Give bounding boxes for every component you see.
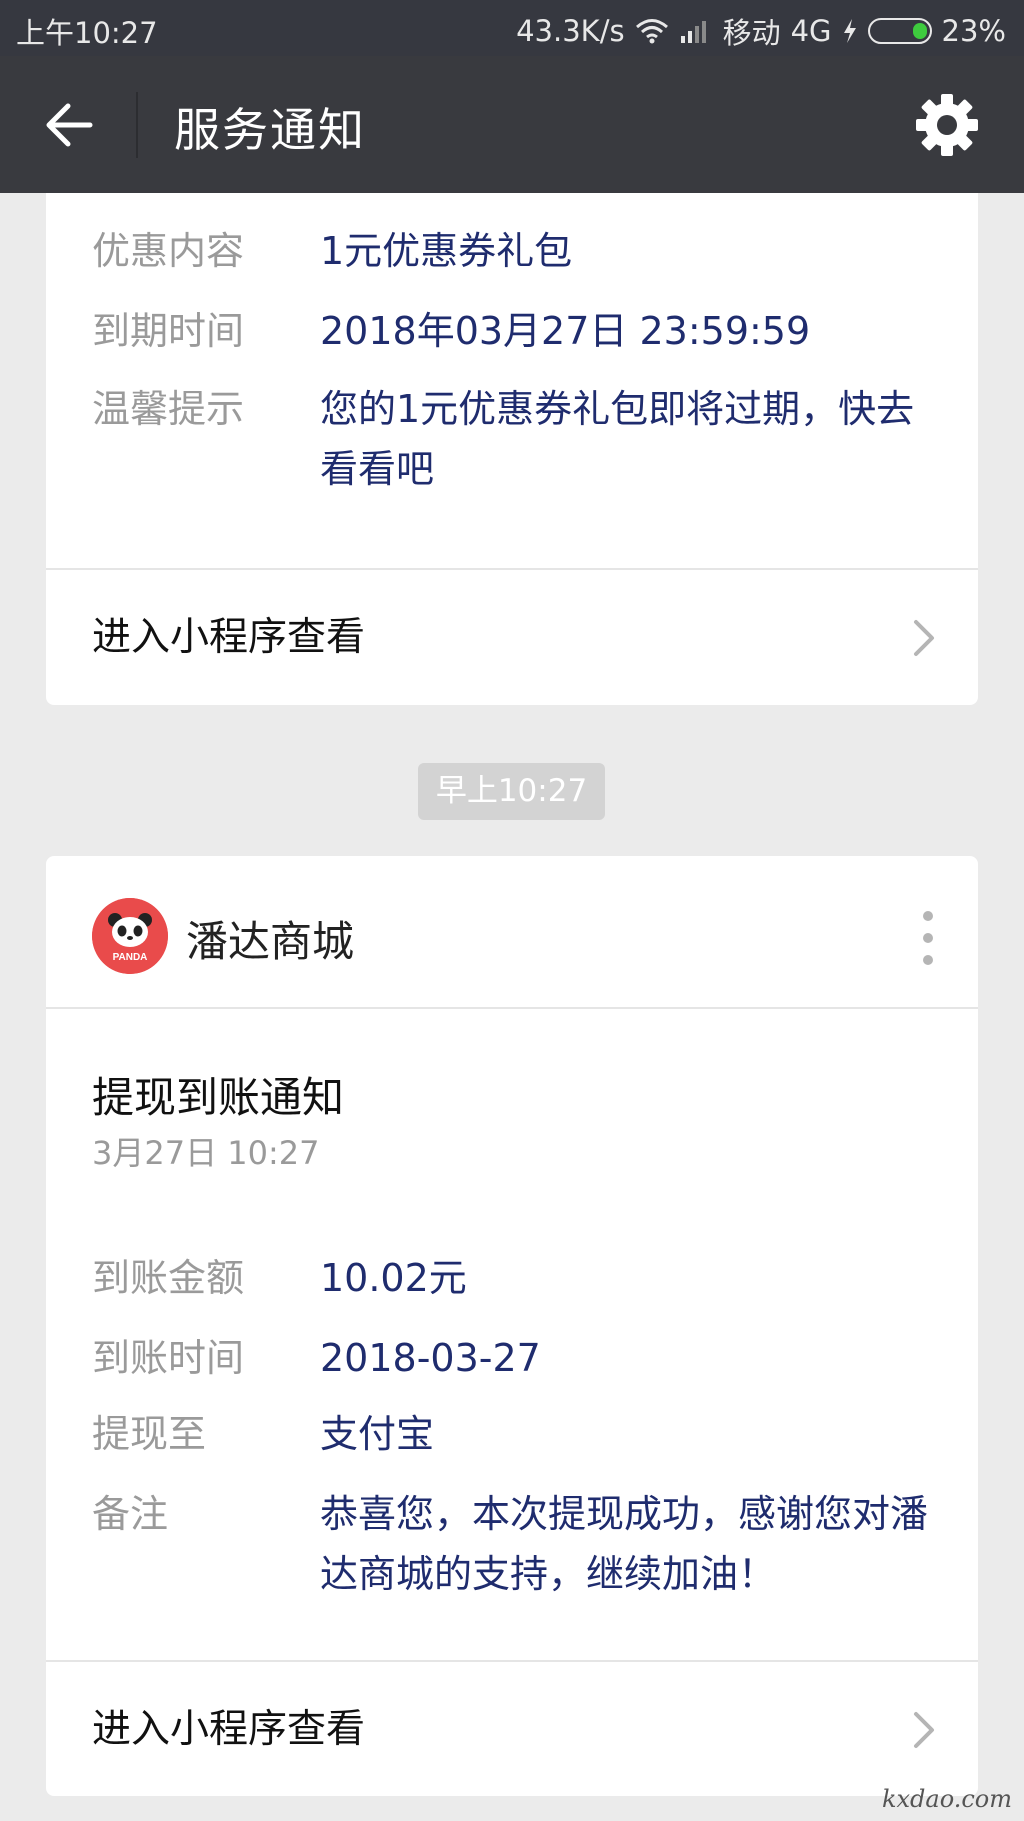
field-label: 到期时间 (92, 309, 245, 353)
field-row: 备注 恭喜您，本次提现成功，感谢您对潘达商城的支持，继续加油！ (92, 1484, 940, 1604)
avatar-text: PANDA (113, 952, 148, 963)
field-value: 10.02元 (320, 1256, 467, 1300)
field-row: 到账金额 10.02元 (92, 1248, 940, 1308)
notification-card-withdrawal: PANDA 潘达商城 提现到账通知 3月27日 10:27 到账金额 10.02… (46, 856, 978, 1796)
message-time-chip: 早上10:27 (418, 763, 605, 820)
chevron-right-icon (914, 1712, 934, 1748)
field-label: 优惠内容 (92, 229, 245, 273)
status-bar: 上午10:27 43.3K/s 移动 4G 23% (0, 0, 1024, 56)
open-mini-program-button[interactable]: 进入小程序查看 (46, 570, 978, 706)
network-type: 4G (790, 14, 832, 48)
watermark: kxdao.com (881, 1785, 1012, 1813)
field-label: 提现至 (92, 1412, 207, 1456)
title-divider (136, 92, 138, 158)
field-row: 优惠内容 1元优惠券礼包 (92, 221, 940, 281)
open-mini-program-label: 进入小程序查看 (92, 615, 366, 660)
status-time: 上午10:27 (16, 16, 158, 50)
field-value: 支付宝 (320, 1412, 435, 1456)
shop-avatar[interactable]: PANDA (92, 898, 168, 974)
notice-time: 3月27日 10:27 (92, 1134, 320, 1172)
wifi-icon (635, 18, 669, 44)
open-mini-program-label: 进入小程序查看 (92, 1707, 366, 1752)
field-value: 恭喜您，本次提现成功，感谢您对潘达商城的支持，继续加油！ (320, 1492, 929, 1596)
gear-icon (916, 94, 978, 156)
carrier-label: 移动 (722, 16, 781, 50)
field-value: 2018年03月27日 23:59:59 (320, 309, 811, 353)
signal-icon (679, 18, 713, 44)
field-row: 到账时间 2018-03-27 (92, 1328, 940, 1388)
charging-bolt-icon (842, 18, 858, 44)
open-mini-program-button[interactable]: 进入小程序查看 (46, 1662, 978, 1798)
settings-button[interactable] (914, 92, 980, 158)
field-value: 2018-03-27 (320, 1336, 541, 1380)
field-label: 到账时间 (92, 1336, 245, 1380)
field-row: 到期时间 2018年03月27日 23:59:59 (92, 301, 940, 361)
field-label: 备注 (92, 1492, 169, 1536)
notice-title: 提现到账通知 (92, 1073, 345, 1122)
field-row: 温馨提示 您的1元优惠券礼包即将过期，快去看看吧 (92, 379, 940, 499)
shop-name[interactable]: 潘达商城 (186, 908, 354, 969)
back-button[interactable] (40, 96, 98, 154)
panda-logo-icon: PANDA (92, 898, 168, 974)
field-value: 您的1元优惠券礼包即将过期，快去看看吧 (320, 387, 915, 491)
field-label: 到账金额 (92, 1256, 245, 1300)
battery-icon (867, 18, 932, 44)
field-row: 提现至 支付宝 (92, 1404, 940, 1464)
more-vertical-icon[interactable] (922, 908, 934, 968)
field-value: 1元优惠券礼包 (320, 229, 573, 273)
battery-percent: 23% (941, 14, 1006, 48)
page-title: 服务通知 (174, 103, 366, 157)
notification-card-coupon: 优惠内容 1元优惠券礼包 到期时间 2018年03月27日 23:59:59 温… (46, 193, 978, 705)
net-speed: 43.3K/s (516, 14, 625, 48)
arrow-left-icon (46, 103, 93, 147)
card-divider (46, 1007, 978, 1009)
status-indicators: 43.3K/s 移动 4G 23% (516, 10, 1006, 52)
title-bar: 服务通知 (0, 56, 1024, 193)
field-label: 温馨提示 (92, 387, 245, 431)
chevron-right-icon (914, 620, 934, 656)
